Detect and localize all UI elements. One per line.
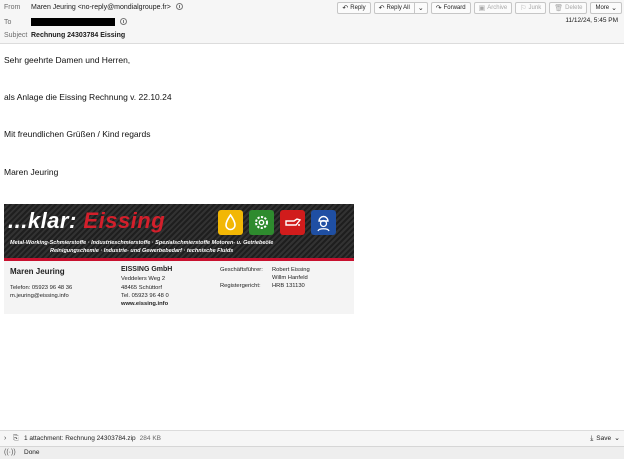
junk-icon: ⚐ xyxy=(520,4,527,12)
managing-director-1: Robert Eissing xyxy=(272,267,310,273)
closing-text: Mit freundlichen Grüßen / Kind regards xyxy=(4,129,151,139)
reply-all-icon: ↶ xyxy=(378,4,385,12)
from-label: From xyxy=(4,4,21,11)
download-icon: ⤓ xyxy=(590,435,594,442)
greeting-text: Sehr geehrte Damen und Herren, xyxy=(4,55,131,65)
tagline-2: Reinigungschemie · Industrie- und Gewerb… xyxy=(50,248,234,254)
attachment-size: 284 KB xyxy=(139,435,161,442)
signature-city: 48465 Schüttorf xyxy=(121,285,162,291)
expand-chevron-icon[interactable]: › xyxy=(4,431,6,447)
company-logo: ...klar: Eissing xyxy=(8,208,166,233)
message-body: Sehr geehrte Damen und Herren, als Anlag… xyxy=(0,45,624,430)
save-attachment-button[interactable]: ⤓ Save ⌄ xyxy=(590,433,620,445)
attachment-summary[interactable]: 1 attachment: Rechnung 24303784.zip 284 K… xyxy=(24,431,161,447)
signature-company: EISSING GmbH xyxy=(121,266,173,273)
to-label: To xyxy=(4,19,12,26)
signature-person: Maren Jeuring xyxy=(10,267,65,276)
message-header: From Maren Jeuring <no-reply@mondialgrou… xyxy=(0,0,624,44)
signature-street: Veddelers Weg 2 xyxy=(121,276,166,282)
archive-button[interactable]: ▣ Archive xyxy=(473,2,513,14)
message-toolbar: ↶ Reply ↶ Reply All ⌄ ↷ Forward ▣ Archiv… xyxy=(337,2,622,14)
more-button[interactable]: More ⌄ xyxy=(590,2,622,14)
product-icons xyxy=(218,210,336,235)
signature-tel: Tel. 05923 96 48 0 xyxy=(121,293,169,299)
trash-icon: 🗑 xyxy=(554,4,564,12)
attachment-bar: › ⎘ 1 attachment: Rechnung 24303784.zip 2… xyxy=(0,430,624,446)
managing-director-2: Willm Hanfeld xyxy=(272,275,308,281)
status-text: Done xyxy=(24,449,40,456)
message-date: 11/12/24, 5:45 PM xyxy=(565,17,618,24)
worker-icon xyxy=(311,210,336,235)
signature-web[interactable]: www.eissing.info xyxy=(121,300,168,308)
register-court-label: Registergericht: xyxy=(220,283,261,289)
signature-banner: ...klar: Eissing Metal-Working-Schmierst… xyxy=(4,204,354,314)
from-value[interactable]: Maren Jeuring <no-reply@mondialgroupe.fr… xyxy=(31,1,183,14)
oil-can-icon xyxy=(280,210,305,235)
to-value[interactable] xyxy=(31,16,127,29)
signature-phone: Telefon: 05923 96 48 36 xyxy=(10,285,73,291)
reply-all-button[interactable]: ↶ Reply All xyxy=(373,2,415,14)
delete-button[interactable]: 🗑 Delete xyxy=(549,2,588,14)
gear-icon xyxy=(249,210,274,235)
status-bar: ((·)) Done xyxy=(0,446,624,459)
register-number: HRB 131130 xyxy=(272,283,305,289)
from-address[interactable]: Maren Jeuring <no-reply@mondialgroupe.fr… xyxy=(31,4,171,11)
signature-email[interactable]: m.jeuring@eissing.info xyxy=(10,292,69,300)
managing-directors-label: Geschäftsführer: xyxy=(220,267,263,273)
reply-button[interactable]: ↶ Reply xyxy=(337,2,371,14)
junk-button[interactable]: ⚐ Junk xyxy=(515,2,547,14)
forward-icon: ↷ xyxy=(435,4,442,12)
chevron-down-icon: ⌄ xyxy=(417,4,424,12)
subject-value: Rechnung 24303784 Eissing xyxy=(31,32,126,39)
redacted-recipient xyxy=(31,18,115,27)
archive-icon: ▣ xyxy=(478,4,486,12)
tagline-1: Metal-Working-Schmierstoffe · Industries… xyxy=(10,240,274,246)
connection-icon: ((·)) xyxy=(4,449,16,456)
reply-dropdown-button[interactable]: ⌄ xyxy=(414,2,428,14)
sender-name: Maren Jeuring xyxy=(4,167,59,177)
reply-all-group: ↶ Reply All ⌄ xyxy=(373,2,428,14)
chevron-down-icon: ⌄ xyxy=(611,4,617,12)
chevron-down-icon: ⌄ xyxy=(614,435,620,442)
subject-label: Subject xyxy=(4,32,28,39)
oil-drop-icon xyxy=(218,210,243,235)
forward-button[interactable]: ↷ Forward xyxy=(430,2,471,14)
sender-info-icon[interactable] xyxy=(175,2,183,10)
reply-icon: ↶ xyxy=(342,4,349,12)
body-line: als Anlage die Eissing Rechnung v. 22.10… xyxy=(4,92,172,102)
paperclip-icon: ⎘ xyxy=(13,435,19,442)
recipient-info-icon[interactable] xyxy=(119,17,127,25)
